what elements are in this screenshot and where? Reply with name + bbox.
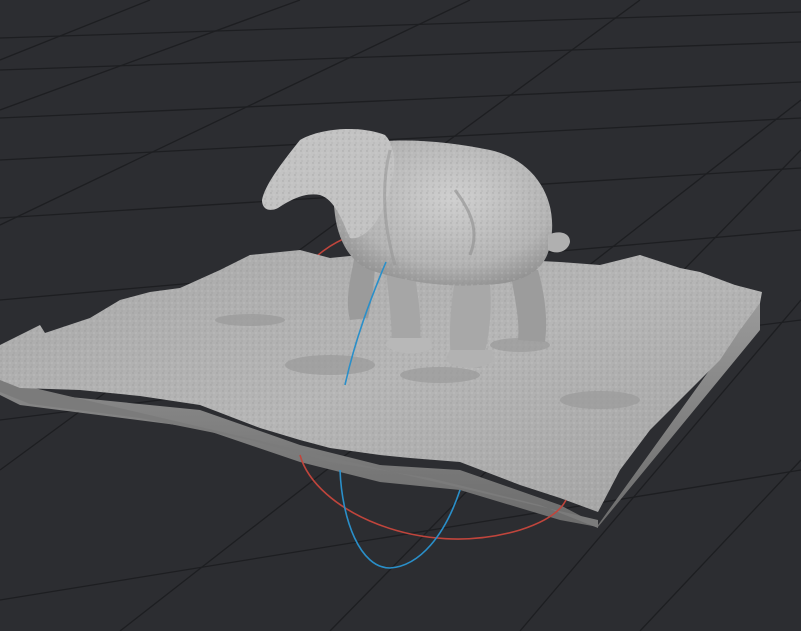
grid-line: [0, 469, 801, 601]
grid-line: [0, 81, 801, 119]
statue-tail: [548, 232, 570, 253]
grid-line: [0, 0, 151, 61]
viewport-canvas[interactable]: [0, 0, 801, 631]
grid-line: [639, 459, 801, 631]
grid-line: [0, 11, 801, 39]
grid-line: [0, 0, 301, 111]
3d-viewport[interactable]: [0, 0, 801, 631]
